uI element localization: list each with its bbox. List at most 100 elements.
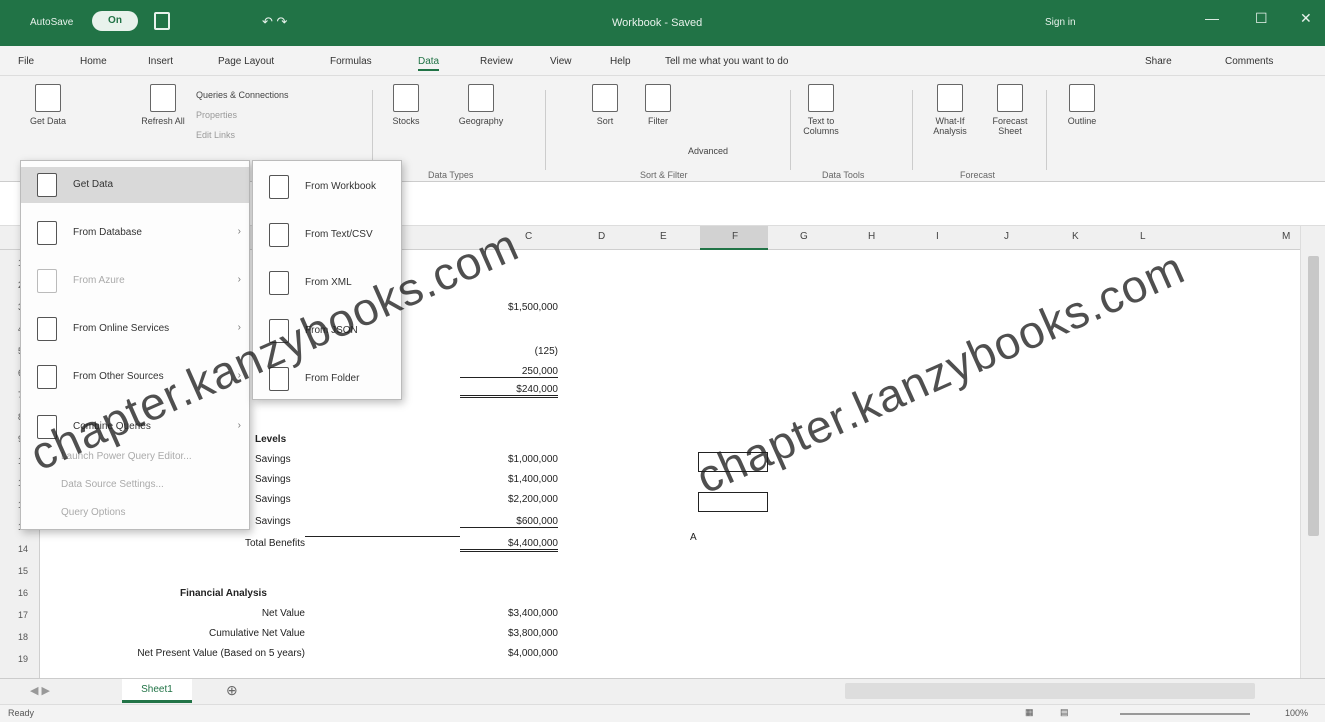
stocks-button[interactable]: Stocks <box>384 84 428 126</box>
refresh-all-button[interactable]: Refresh All <box>140 84 186 126</box>
row-header[interactable]: 16 <box>18 588 28 598</box>
comments-button[interactable]: Comments <box>1225 56 1273 67</box>
get-data-button[interactable]: Get Data <box>28 84 68 126</box>
cell-c18[interactable]: $3,800,000 <box>460 628 558 639</box>
properties-button[interactable]: Properties <box>196 110 237 120</box>
cell-c14[interactable]: $4,400,000 <box>460 538 558 552</box>
menu-item-data-source-settings[interactable]: Data Source Settings... <box>21 473 249 499</box>
column-header[interactable]: M <box>1282 231 1290 242</box>
zoom-slider[interactable] <box>1120 713 1250 715</box>
group-label-data-tools: Data Tools <box>822 170 865 180</box>
menu-item-from-workbook[interactable]: From Workbook <box>253 169 401 205</box>
sheet-nav-arrows[interactable]: ◀ ▶ <box>30 684 50 697</box>
column-header[interactable]: C <box>525 231 532 242</box>
scroll-thumb[interactable] <box>1308 256 1319 536</box>
cell-b13[interactable]: Savings <box>255 516 291 527</box>
share-button[interactable]: Share <box>1145 56 1172 67</box>
cell-b18[interactable]: Cumulative Net Value <box>60 628 305 639</box>
normal-view-icon[interactable]: ▦ <box>1025 707 1034 718</box>
cell-c19[interactable]: $4,000,000 <box>460 648 558 659</box>
chevron-right-icon: › <box>237 322 241 333</box>
horizontal-scrollbar[interactable] <box>845 683 1255 699</box>
menu-item-from-database[interactable]: From Database › <box>21 215 249 251</box>
cell-b14[interactable]: Total Benefits <box>160 538 305 549</box>
refresh-icon <box>150 84 176 112</box>
tab-formulas[interactable]: Formulas <box>330 56 372 67</box>
add-sheet-icon[interactable]: ⊕ <box>226 682 238 699</box>
group-separator <box>1046 90 1047 170</box>
column-header[interactable]: I <box>936 231 939 242</box>
advanced-filter-button[interactable]: Advanced <box>688 146 728 156</box>
what-if-analysis-button[interactable]: What-If Analysis <box>926 84 974 136</box>
sheet-tab-sheet1[interactable]: Sheet1 <box>122 679 192 703</box>
row-header[interactable]: 14 <box>18 544 28 554</box>
tab-help[interactable]: Help <box>610 56 631 67</box>
vertical-scrollbar[interactable] <box>1300 226 1325 678</box>
cell-c6[interactable]: 250,000 <box>460 366 558 378</box>
column-header[interactable]: L <box>1140 231 1146 242</box>
zoom-level[interactable]: 100% <box>1285 708 1308 718</box>
file-name: Workbook - Saved <box>612 17 703 29</box>
filter-button[interactable]: Filter <box>640 84 676 126</box>
autosave-toggle[interactable]: On <box>92 11 138 31</box>
column-header[interactable]: F <box>732 231 738 242</box>
page-layout-view-icon[interactable]: ▤ <box>1060 707 1069 718</box>
column-header[interactable]: E <box>660 231 667 242</box>
menu-item-query-options[interactable]: Query Options <box>21 501 249 527</box>
database-icon <box>37 221 57 245</box>
azure-icon <box>37 269 57 293</box>
forecast-sheet-button[interactable]: Forecast Sheet <box>986 84 1034 136</box>
sort-button[interactable]: Sort <box>590 84 620 126</box>
undo-icon[interactable]: ↶ ↷ <box>262 14 287 30</box>
menu-item-from-online-services[interactable]: From Online Services › <box>21 311 249 347</box>
tab-file[interactable]: File <box>18 56 34 67</box>
tab-review[interactable]: Review <box>480 56 513 67</box>
cell-c7[interactable]: $240,000 <box>460 384 558 398</box>
column-header[interactable]: K <box>1072 231 1079 242</box>
column-header[interactable]: H <box>868 231 875 242</box>
text-to-columns-button[interactable]: Text to Columns <box>798 84 844 136</box>
cell-c11[interactable]: $1,400,000 <box>460 474 558 485</box>
bank-icon <box>393 84 419 112</box>
menu-item-get-data[interactable]: Get Data <box>21 167 249 203</box>
tab-data[interactable]: Data <box>418 56 440 71</box>
row-header[interactable]: 18 <box>18 632 28 642</box>
sign-in-link[interactable]: Sign in <box>1045 17 1076 28</box>
cell-b17[interactable]: Net Value <box>60 608 305 619</box>
cell-b19[interactable]: Net Present Value (Based on 5 years) <box>40 648 305 659</box>
close-button[interactable]: ✕ <box>1300 10 1312 27</box>
column-header[interactable]: J <box>1004 231 1009 242</box>
cell-c5[interactable]: (125) <box>460 346 558 357</box>
maximize-button[interactable]: ☐ <box>1255 10 1268 27</box>
row-header[interactable]: 17 <box>18 610 28 620</box>
row-header[interactable]: 15 <box>18 566 28 576</box>
tab-home[interactable]: Home <box>80 56 107 67</box>
cell-e15[interactable]: A <box>690 532 697 543</box>
autosave-label: AutoSave <box>30 17 74 28</box>
tab-page-layout[interactable]: Page Layout <box>218 56 274 67</box>
cell-b11[interactable]: Savings <box>255 474 291 485</box>
cell-c13[interactable]: $600,000 <box>460 516 558 528</box>
edit-links-button[interactable]: Edit Links <box>196 130 235 140</box>
save-icon[interactable] <box>154 12 170 30</box>
menu-item-from-text-csv[interactable]: From Text/CSV <box>253 217 401 253</box>
cell-b16[interactable]: Financial Analysis <box>180 588 267 599</box>
outline-button[interactable]: Outline <box>1058 84 1106 126</box>
column-header[interactable]: G <box>800 231 808 242</box>
tab-view[interactable]: View <box>550 56 572 67</box>
minimize-button[interactable]: — <box>1205 10 1219 26</box>
cell-b12[interactable]: Savings <box>255 494 291 505</box>
cell-c17[interactable]: $3,400,000 <box>460 608 558 619</box>
cell-c10[interactable]: $1,000,000 <box>460 454 558 465</box>
cell-b10[interactable]: Savings <box>255 454 291 465</box>
tab-insert[interactable]: Insert <box>148 56 173 67</box>
cell-b9[interactable]: Levels <box>255 434 286 445</box>
row-header[interactable]: 19 <box>18 654 28 664</box>
queries-connections-button[interactable]: Queries & Connections <box>196 90 289 100</box>
cell-c3[interactable]: $1,500,000 <box>460 302 558 313</box>
menu-item-from-azure[interactable]: From Azure › <box>21 263 249 299</box>
tell-me-search[interactable]: Tell me what you want to do <box>665 56 788 67</box>
cell-c12[interactable]: $2,200,000 <box>460 494 558 505</box>
geography-button[interactable]: Geography <box>448 84 514 126</box>
column-header[interactable]: D <box>598 231 605 242</box>
